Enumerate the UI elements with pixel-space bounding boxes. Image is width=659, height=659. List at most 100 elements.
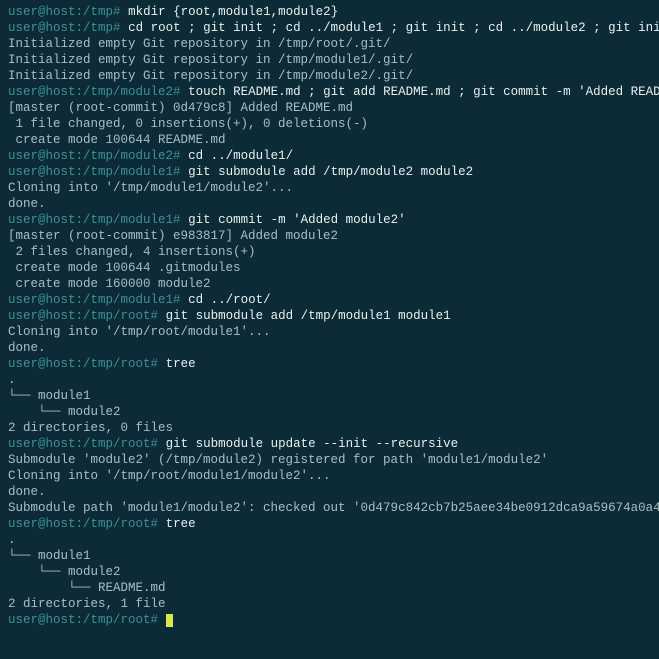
output-text: create mode 160000 module2: [8, 277, 211, 291]
prompt-symbol: #: [173, 293, 188, 307]
cursor-icon: [166, 614, 173, 627]
prompt-separator: :: [76, 357, 84, 371]
output-text: 1 file changed, 0 insertions(+), 0 delet…: [8, 117, 368, 131]
prompt-user: user@host: [8, 613, 76, 627]
terminal-line: Initialized empty Git repository in /tmp…: [8, 52, 651, 68]
terminal-line: user@host:/tmp/root# git submodule updat…: [8, 436, 651, 452]
prompt-path: /tmp: [83, 21, 113, 35]
output-text: [master (root-commit) 0d479c8] Added REA…: [8, 101, 353, 115]
prompt-separator: :: [76, 309, 84, 323]
output-text: done.: [8, 197, 46, 211]
output-text: └── module2: [8, 565, 121, 579]
terminal-line: Initialized empty Git repository in /tmp…: [8, 68, 651, 84]
prompt-symbol: #: [151, 517, 166, 531]
command-text: git submodule update --init --recursive: [166, 437, 459, 451]
terminal-line: user@host:/tmp/root# tree: [8, 356, 651, 372]
command-text: git submodule add /tmp/module1 module1: [166, 309, 451, 323]
prompt-separator: :: [76, 85, 84, 99]
prompt-symbol: #: [151, 613, 166, 627]
prompt-separator: :: [76, 437, 84, 451]
prompt-path: /tmp/module1: [83, 165, 173, 179]
output-text: .: [8, 533, 16, 547]
output-text: create mode 100644 .gitmodules: [8, 261, 241, 275]
output-text: Submodule path 'module1/module2': checke…: [8, 501, 659, 515]
terminal-line: [master (root-commit) 0d479c8] Added REA…: [8, 100, 651, 116]
output-text: Cloning into '/tmp/root/module1/module2'…: [8, 469, 331, 483]
prompt-separator: :: [76, 213, 84, 227]
terminal-line: 2 directories, 0 files: [8, 420, 651, 436]
output-text: Initialized empty Git repository in /tmp…: [8, 37, 391, 51]
command-text: mkdir {root,module1,module2}: [128, 5, 338, 19]
prompt-user: user@host: [8, 85, 76, 99]
output-text: 2 files changed, 4 insertions(+): [8, 245, 256, 259]
prompt-symbol: #: [173, 213, 188, 227]
output-text: Initialized empty Git repository in /tmp…: [8, 69, 413, 83]
prompt-user: user@host: [8, 165, 76, 179]
prompt-user: user@host: [8, 309, 76, 323]
command-text: git submodule add /tmp/module2 module2: [188, 165, 473, 179]
terminal-line: 2 directories, 1 file: [8, 596, 651, 612]
output-text: done.: [8, 485, 46, 499]
terminal-line: user@host:/tmp# cd root ; git init ; cd …: [8, 20, 651, 36]
terminal-line: create mode 100644 README.md: [8, 132, 651, 148]
prompt-path: /tmp/module2: [83, 149, 173, 163]
output-text: Cloning into '/tmp/module1/module2'...: [8, 181, 293, 195]
output-text: └── module1: [8, 389, 91, 403]
terminal-output[interactable]: user@host:/tmp# mkdir {root,module1,modu…: [8, 4, 651, 628]
terminal-line: 1 file changed, 0 insertions(+), 0 delet…: [8, 116, 651, 132]
prompt-path: /tmp/module1: [83, 293, 173, 307]
prompt-symbol: #: [151, 357, 166, 371]
prompt-separator: :: [76, 5, 84, 19]
command-text: cd root ; git init ; cd ../module1 ; git…: [128, 21, 659, 35]
command-text: cd ../root/: [188, 293, 271, 307]
terminal-line: Submodule path 'module1/module2': checke…: [8, 500, 651, 516]
output-text: 2 directories, 1 file: [8, 597, 166, 611]
terminal-line: user@host:/tmp/module1# git commit -m 'A…: [8, 212, 651, 228]
terminal-line: Cloning into '/tmp/root/module1/module2'…: [8, 468, 651, 484]
prompt-symbol: #: [173, 85, 188, 99]
prompt-user: user@host: [8, 21, 76, 35]
terminal-line: user@host:/tmp/root# git submodule add /…: [8, 308, 651, 324]
command-text: touch README.md ; git add README.md ; gi…: [188, 85, 659, 99]
terminal-line: user@host:/tmp/module1# cd ../root/: [8, 292, 651, 308]
prompt-symbol: #: [151, 309, 166, 323]
terminal-line: └── README.md: [8, 580, 651, 596]
prompt-path: /tmp/root: [83, 613, 151, 627]
prompt-symbol: #: [113, 21, 128, 35]
command-text: git commit -m 'Added module2': [188, 213, 406, 227]
terminal-line: .: [8, 372, 651, 388]
prompt-symbol: #: [173, 149, 188, 163]
prompt-path: /tmp/root: [83, 437, 151, 451]
prompt-user: user@host: [8, 213, 76, 227]
command-text: tree: [166, 517, 196, 531]
output-text: Submodule 'module2' (/tmp/module2) regis…: [8, 453, 548, 467]
terminal-line: create mode 160000 module2: [8, 276, 651, 292]
prompt-user: user@host: [8, 149, 76, 163]
prompt-user: user@host: [8, 293, 76, 307]
output-text: └── module2: [8, 405, 121, 419]
terminal-line: user@host:/tmp/module2# cd ../module1/: [8, 148, 651, 164]
output-text: Initialized empty Git repository in /tmp…: [8, 53, 413, 67]
terminal-line: └── module1: [8, 548, 651, 564]
terminal-line: [master (root-commit) e983817] Added mod…: [8, 228, 651, 244]
output-text: 2 directories, 0 files: [8, 421, 173, 435]
command-text: cd ../module1/: [188, 149, 293, 163]
prompt-symbol: #: [113, 5, 128, 19]
terminal-line: user@host:/tmp/module2# touch README.md …: [8, 84, 651, 100]
prompt-symbol: #: [151, 437, 166, 451]
terminal-line: user@host:/tmp/root#: [8, 612, 651, 628]
output-text: create mode 100644 README.md: [8, 133, 226, 147]
terminal-line: user@host:/tmp# mkdir {root,module1,modu…: [8, 4, 651, 20]
output-text: .: [8, 373, 16, 387]
output-text: └── module1: [8, 549, 91, 563]
prompt-separator: :: [76, 517, 84, 531]
prompt-path: /tmp/root: [83, 309, 151, 323]
output-text: done.: [8, 341, 46, 355]
terminal-line: create mode 100644 .gitmodules: [8, 260, 651, 276]
terminal-line: └── module1: [8, 388, 651, 404]
terminal-line: Cloning into '/tmp/module1/module2'...: [8, 180, 651, 196]
output-text: └── README.md: [8, 581, 166, 595]
terminal-line: 2 files changed, 4 insertions(+): [8, 244, 651, 260]
terminal-line: Submodule 'module2' (/tmp/module2) regis…: [8, 452, 651, 468]
prompt-user: user@host: [8, 5, 76, 19]
